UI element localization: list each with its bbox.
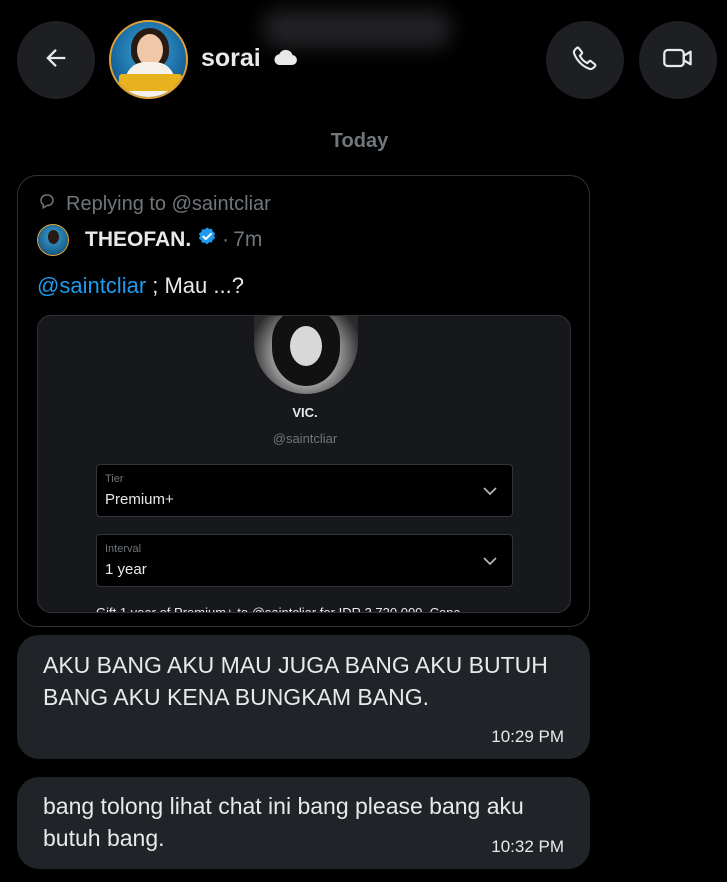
shared-post-card[interactable]: Replying to @saintcliar THEOFAN. · 7m @s… bbox=[17, 175, 590, 627]
tier-value: Premium+ bbox=[105, 491, 174, 508]
replying-to: Replying to @saintcliar bbox=[38, 192, 271, 216]
embed-avatar bbox=[254, 316, 358, 394]
date-separator: Today bbox=[330, 130, 389, 152]
meta-separator: · bbox=[222, 228, 230, 251]
embed-name: VIC. bbox=[292, 405, 318, 420]
author-avatar[interactable] bbox=[37, 224, 69, 256]
message-time: 10:32 PM bbox=[491, 837, 564, 856]
author-name[interactable]: THEOFAN. bbox=[85, 228, 191, 252]
mention-link[interactable]: @saintcliar bbox=[37, 273, 146, 298]
message-text: bang tolong lihat chat ini bang please b… bbox=[43, 793, 524, 851]
cloud-icon bbox=[272, 48, 298, 71]
message-bubble[interactable]: AKU BANG AKU MAU JUGA BANG AKU BUTUH BAN… bbox=[17, 635, 590, 759]
interval-value: 1 year bbox=[105, 561, 147, 578]
blurred-overlay bbox=[262, 10, 452, 48]
post-body: ; Mau ...? bbox=[146, 273, 244, 298]
reply-bubble-icon bbox=[38, 192, 66, 216]
tier-select[interactable]: Tier Premium+ bbox=[96, 464, 513, 517]
username[interactable]: sorai bbox=[201, 44, 261, 73]
phone-icon bbox=[571, 44, 599, 77]
interval-select[interactable]: Interval 1 year bbox=[96, 534, 513, 587]
message-bubble[interactable]: bang tolong lihat chat ini bang please b… bbox=[17, 777, 590, 869]
post-author-row: THEOFAN. · 7m bbox=[37, 224, 262, 256]
tier-label: Tier bbox=[105, 473, 124, 485]
gift-summary-text: Gift 1 year of Premium+ to @saintcliar f… bbox=[96, 605, 460, 613]
video-call-button[interactable] bbox=[639, 21, 717, 99]
message-time: 10:29 PM bbox=[491, 727, 564, 746]
call-button[interactable] bbox=[546, 21, 624, 99]
gift-premium-embed[interactable]: VIC. @saintcliar Tier Premium+ Interval … bbox=[37, 315, 571, 613]
post-text: @saintcliar ; Mau ...? bbox=[37, 273, 244, 299]
verified-badge-icon bbox=[196, 226, 218, 254]
avatar[interactable] bbox=[109, 20, 188, 99]
message-text: AKU BANG AKU MAU JUGA BANG AKU BUTUH BAN… bbox=[43, 652, 548, 710]
arrow-left-icon bbox=[42, 44, 70, 77]
chevron-down-icon bbox=[482, 554, 498, 572]
chevron-down-icon bbox=[482, 484, 498, 502]
embed-handle: @saintcliar bbox=[272, 431, 338, 446]
video-camera-icon bbox=[662, 44, 694, 77]
back-button[interactable] bbox=[17, 21, 95, 99]
replying-to-text: Replying to @saintcliar bbox=[66, 192, 271, 215]
post-time: 7m bbox=[233, 228, 263, 251]
interval-label: Interval bbox=[105, 543, 142, 555]
